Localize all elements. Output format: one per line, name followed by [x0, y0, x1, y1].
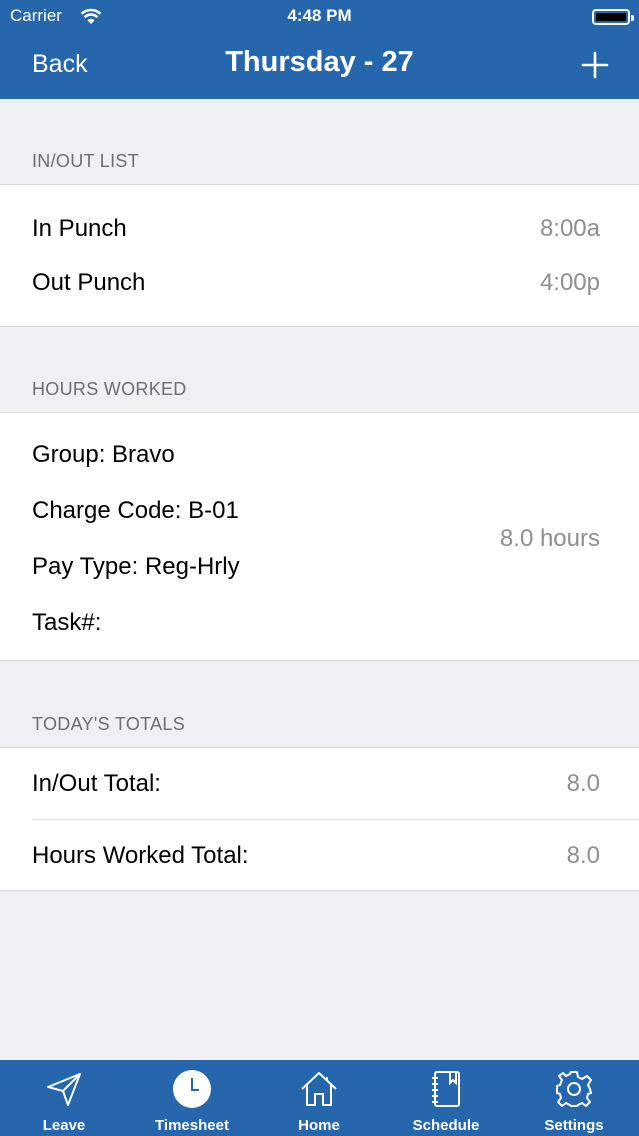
inout-list: In Punch 8:00a Out Punch 4:00p [0, 184, 639, 327]
add-icon[interactable] [581, 51, 609, 79]
tab-home[interactable]: Home [255, 1060, 383, 1136]
out-punch-label: Out Punch [32, 269, 146, 296]
page-title: Thursday - 27 [225, 46, 414, 78]
totals-section-header: TODAY'S TOTALS [32, 714, 186, 734]
hours-worked-total-label: Hours Worked Total: [32, 842, 249, 869]
inout-section-header: IN/OUT LIST [32, 151, 139, 171]
gear-icon [556, 1071, 592, 1107]
home-icon [301, 1072, 337, 1106]
tab-settings-label: Settings [544, 1117, 604, 1134]
battery-icon [592, 9, 634, 25]
tab-home-label: Home [298, 1117, 340, 1134]
tab-bar: Leave Timesheet Home Schedule Settings [0, 1060, 639, 1136]
navigation-bar: Carrier 4:48 PM Back Thursday - 27 [0, 0, 639, 99]
task-label: Task#: [32, 609, 102, 636]
hours-worked-entry[interactable]: Group: Bravo Charge Code: B-01 Pay Type:… [0, 412, 639, 661]
out-punch-value: 4:00p [539, 269, 600, 296]
inout-total-label: In/Out Total: [32, 770, 161, 797]
tab-timesheet-label: Timesheet [155, 1117, 229, 1134]
tab-schedule-label: Schedule [412, 1117, 480, 1134]
tab-timesheet[interactable]: Timesheet [128, 1060, 256, 1136]
totals-list: In/Out Total: 8.0 Hours Worked Total: 8.… [0, 747, 639, 891]
paper-plane-icon [47, 1073, 81, 1106]
inout-total-value: 8.0 [566, 770, 600, 797]
in-punch-value: 8:00a [539, 215, 600, 242]
in-punch-label: In Punch [32, 215, 127, 242]
tab-schedule[interactable]: Schedule [382, 1060, 510, 1136]
status-time: 4:48 PM [287, 6, 352, 25]
group-label: Group: Bravo [32, 441, 175, 468]
pay-type-label: Pay Type: Reg-Hrly [32, 553, 240, 580]
hours-value: 8.0 hours [499, 525, 600, 552]
row-divider [32, 819, 639, 820]
notebook-icon [432, 1071, 460, 1107]
tab-leave[interactable]: Leave [0, 1060, 128, 1136]
charge-code-label: Charge Code: B-01 [32, 497, 239, 524]
tab-settings[interactable]: Settings [510, 1060, 638, 1136]
clock-icon [173, 1070, 211, 1108]
tab-leave-label: Leave [42, 1117, 86, 1134]
hours-worked-total-value: 8.0 [566, 842, 600, 869]
status-bar: Carrier 4:48 PM [0, 0, 639, 32]
hours-worked-section-header: HOURS WORKED [32, 379, 187, 399]
